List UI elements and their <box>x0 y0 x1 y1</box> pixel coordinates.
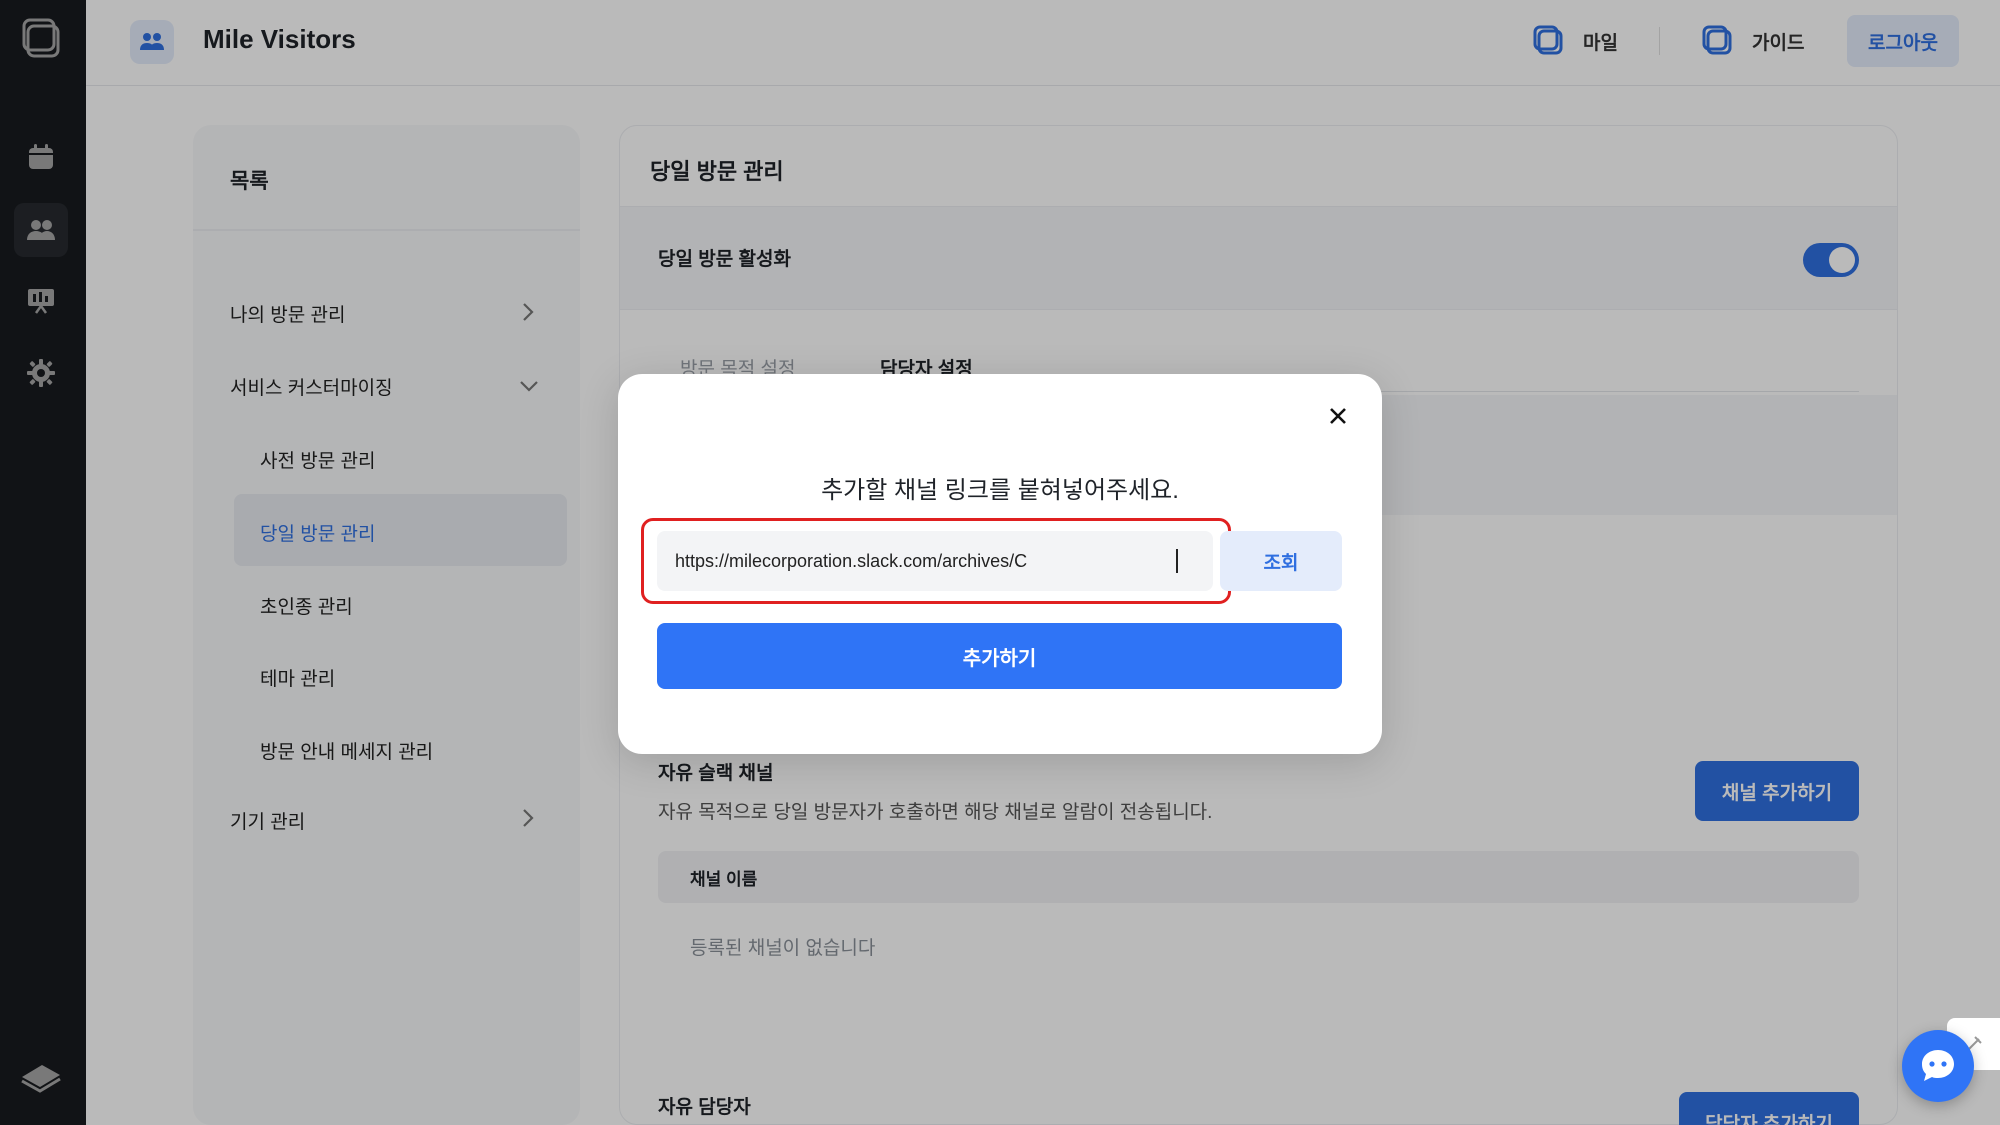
input-highlight-box <box>641 518 1231 604</box>
submit-add-button[interactable]: 추가하기 <box>657 623 1342 689</box>
modal-title: 추가할 채널 링크를 붙혀넣어주세요. <box>821 477 1179 504</box>
rail-backdrop <box>0 0 86 1125</box>
add-channel-modal: 추가할 채널 링크를 붙혀넣어주세요. 조회 추가하기 <box>618 374 1382 754</box>
lookup-button[interactable]: 조회 <box>1220 531 1342 591</box>
close-icon[interactable] <box>1324 402 1352 430</box>
chat-icon[interactable] <box>1902 1030 1974 1102</box>
